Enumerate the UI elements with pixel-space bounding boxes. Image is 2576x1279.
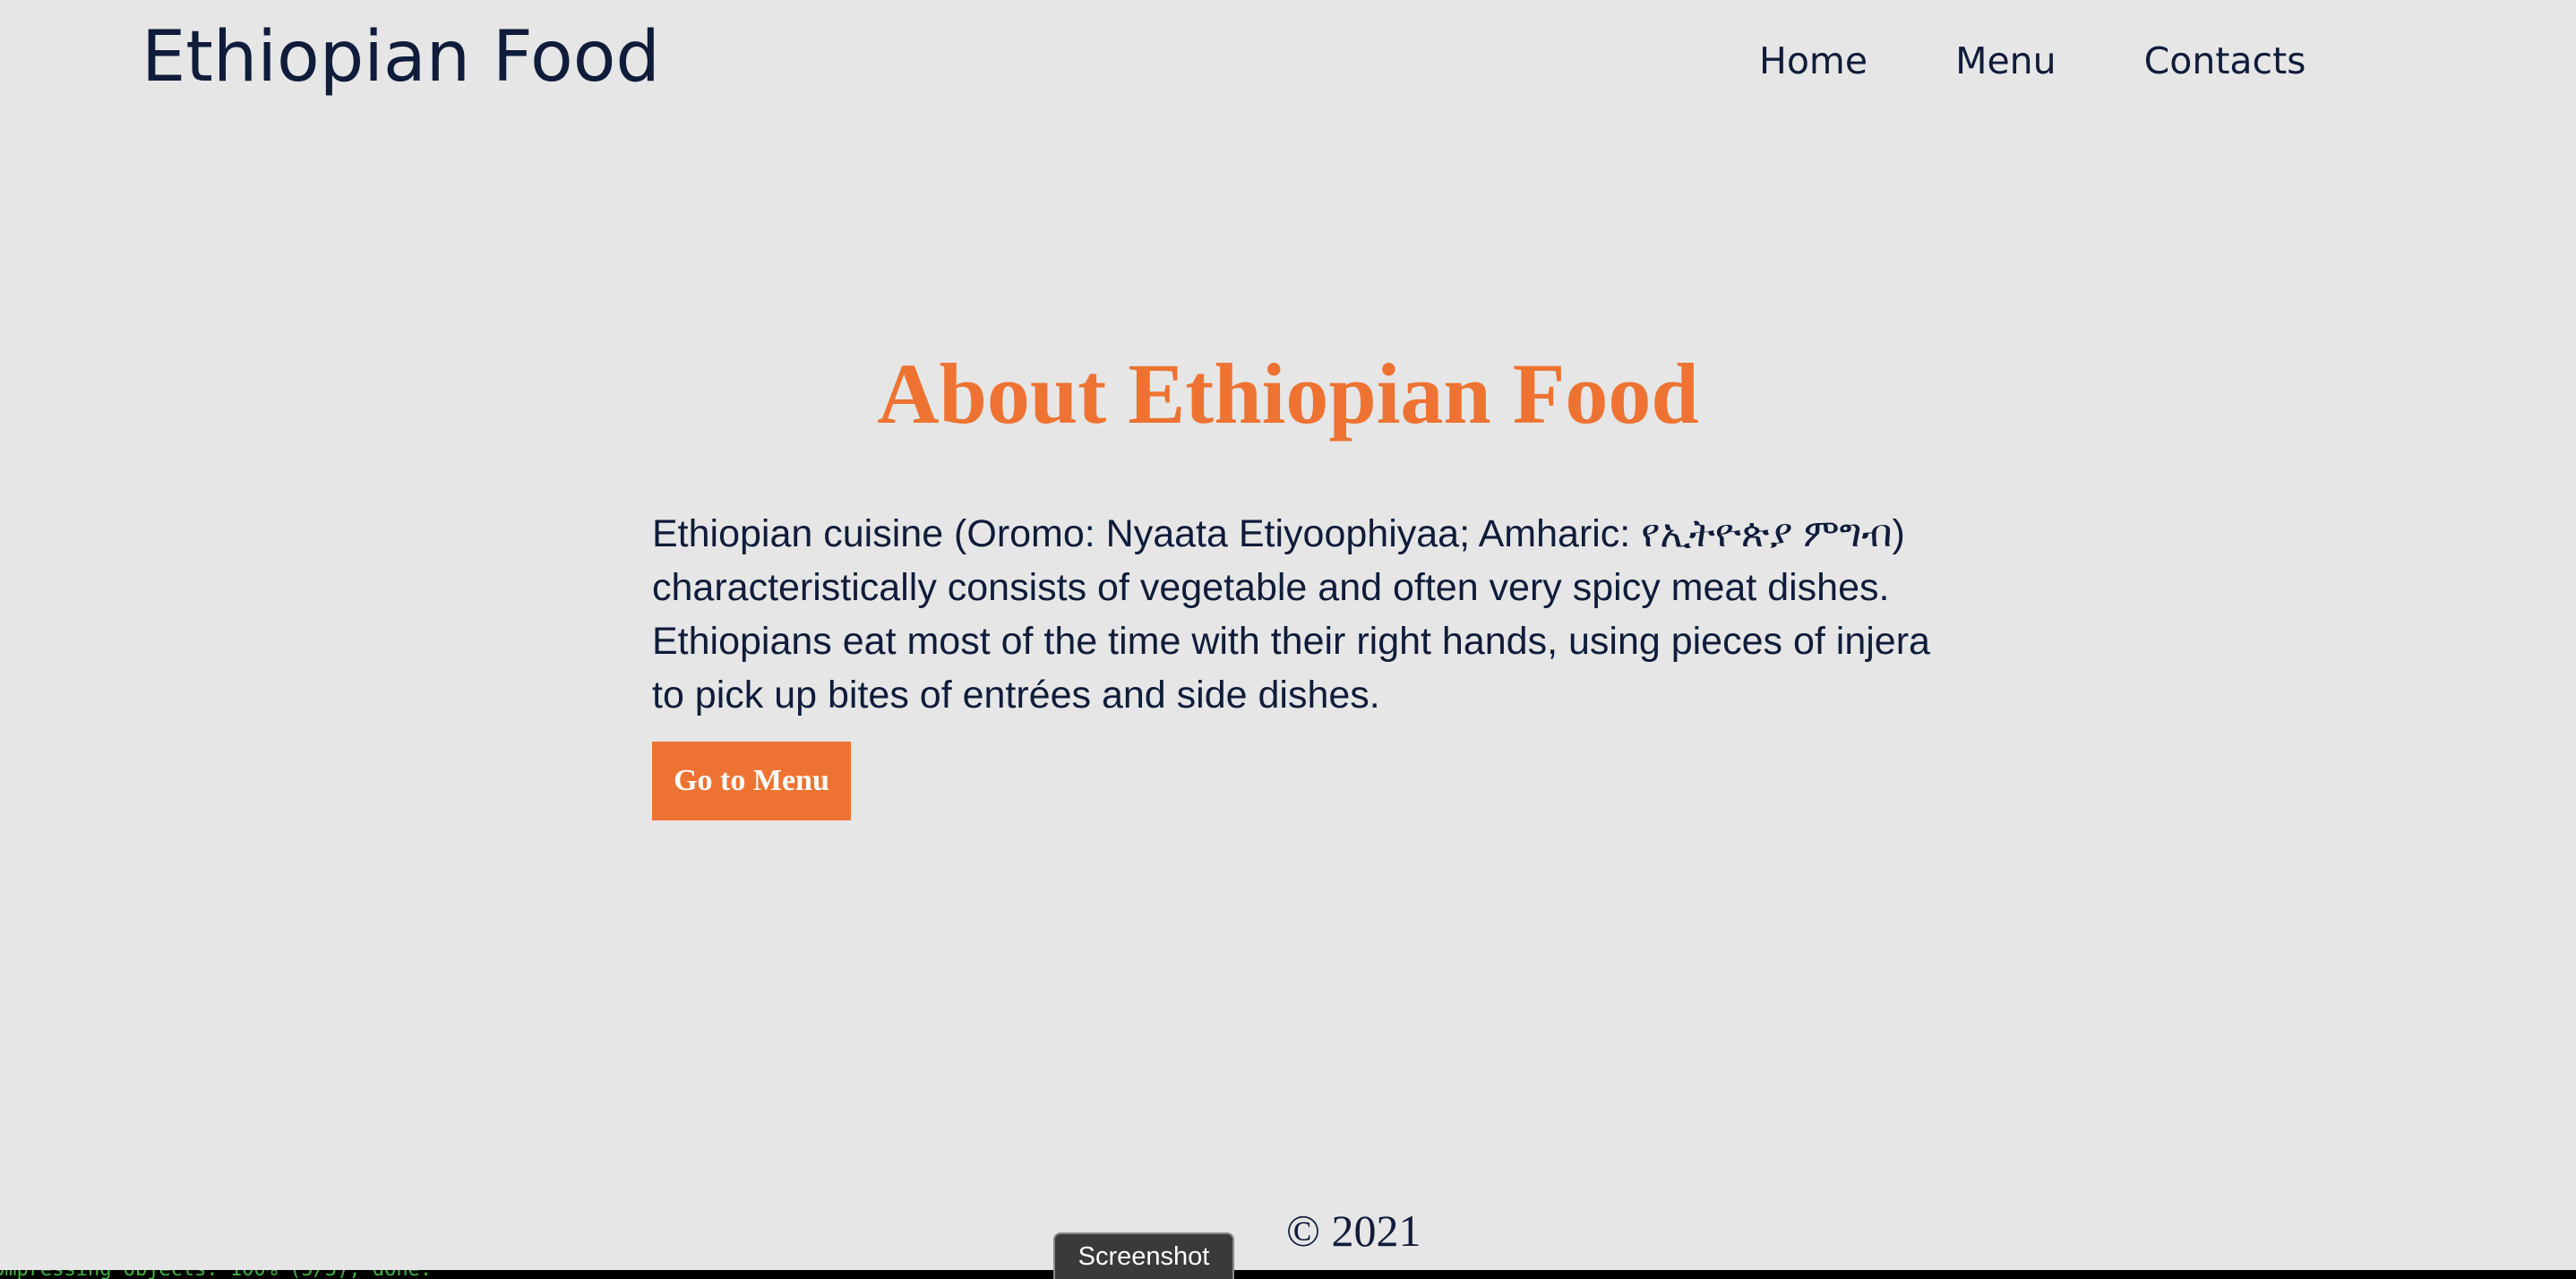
about-description: Ethiopian cuisine (Oromo: Nyaata Etiyoop… bbox=[652, 512, 1930, 717]
terminal-output-text: ompressing objects: 100% (5/5), done. bbox=[0, 1270, 432, 1279]
about-heading: About Ethiopian Food bbox=[877, 346, 1699, 442]
main-navigation: Home Menu Contacts bbox=[1759, 36, 2306, 86]
terminal-output-strip: ompressing objects: 100% (5/5), done. bbox=[0, 1270, 2576, 1279]
nav-link-home[interactable]: Home bbox=[1759, 36, 1868, 86]
copyright-notice: © 2021 bbox=[1286, 1206, 1421, 1256]
browser-page: Ethiopian Food Home Menu Contacts About … bbox=[0, 0, 2576, 1270]
screenshot-tab[interactable]: Screenshot bbox=[1053, 1232, 1234, 1279]
go-to-menu-button[interactable]: Go to Menu bbox=[652, 742, 851, 820]
nav-link-menu[interactable]: Menu bbox=[1955, 36, 2057, 86]
nav-link-contacts[interactable]: Contacts bbox=[2144, 36, 2306, 86]
site-title: Ethiopian Food bbox=[142, 17, 660, 98]
